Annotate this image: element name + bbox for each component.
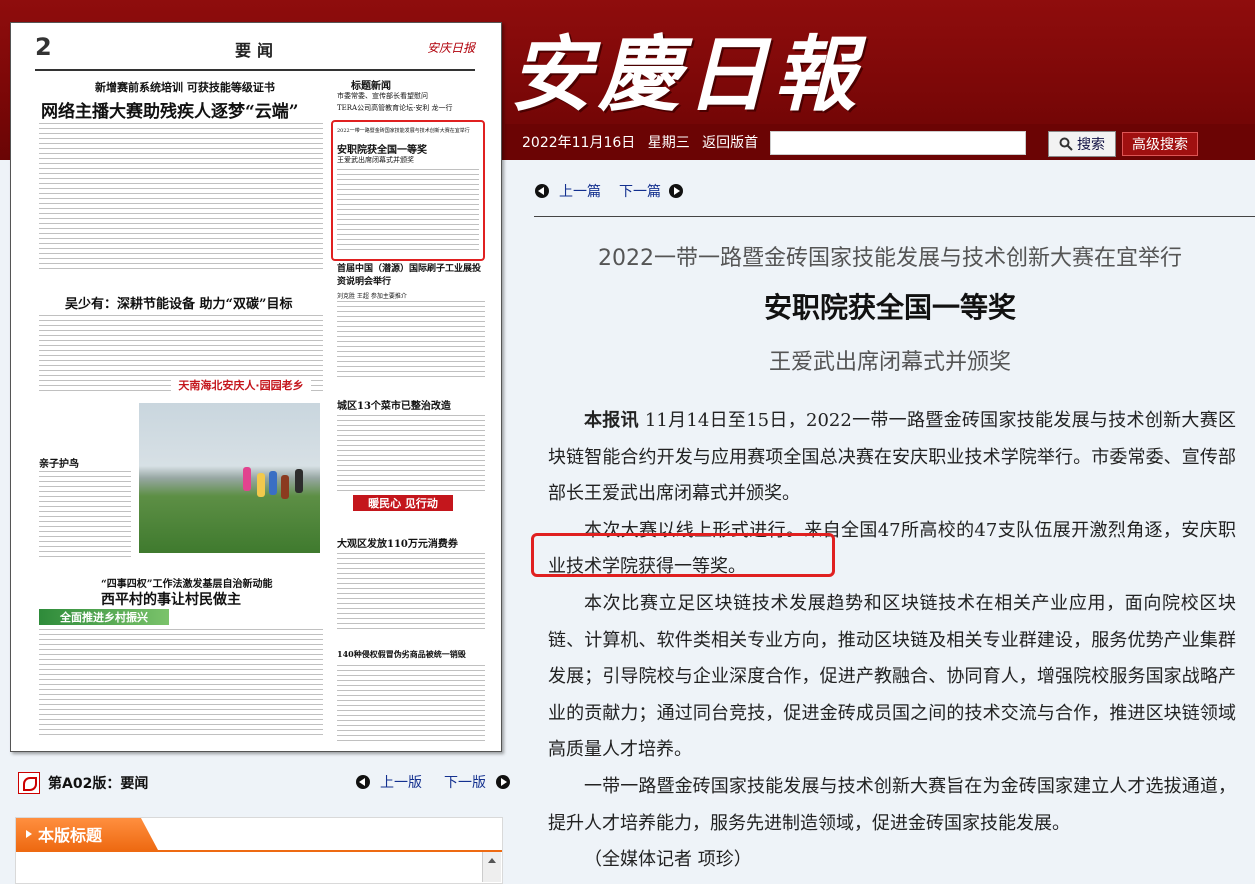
tab-underline [16, 850, 502, 852]
article-paragraph: 一带一路暨金砖国家技能发展与技术创新大赛旨在为金砖国家建立人才选拔通道，提升人才… [548, 775, 1236, 834]
advanced-search-button[interactable]: 高级搜索 [1122, 132, 1198, 156]
date-bar: 2022年11月16日 星期三 返回版首 [522, 132, 766, 152]
prev-edition-label: 上一版 [380, 775, 422, 791]
page-titles-label: 本版标题 [38, 826, 103, 845]
page-titles-panel: 本版标题 [15, 817, 503, 884]
column-banner: 暖民心 见行动 [353, 495, 453, 511]
article-text-block [39, 471, 131, 561]
side-news-item[interactable]: TERA公司高管教育论坛·安利 龙一行 [337, 103, 453, 113]
prev-edition-link[interactable]: 上一版 [356, 772, 422, 792]
pdf-icon[interactable] [18, 772, 40, 794]
article-text-block [337, 301, 485, 381]
prev-article-link[interactable]: 上一篇 [559, 181, 601, 201]
divider [534, 216, 1255, 217]
headline-r1[interactable]: 首届中国（潜源）国际刷子工业展投资说明会举行 [337, 263, 485, 289]
page-header: 2 要闻 安庆日报 [35, 33, 475, 71]
article-text-block [39, 123, 323, 273]
article-title: 安职院获全国一等奖 [763, 291, 1016, 324]
photo-caption: 亲子护鸟 [39, 459, 79, 470]
prev-article-icon[interactable] [535, 184, 549, 198]
next-arrow-icon [496, 775, 510, 789]
next-article-link[interactable]: 下一篇 [619, 181, 661, 201]
article-text-block [337, 553, 485, 633]
masthead-logo: 安慶日報 [510, 27, 862, 123]
next-edition-link[interactable]: 下一版 [444, 772, 510, 792]
article-nav: 上一篇 下一篇 [535, 181, 683, 201]
paragraph-1-text: 11月14日至15日，2022一带一路暨金砖国家技能发展与技术创新大赛区块链智能… [548, 410, 1236, 505]
paper-logo: 安庆日报 [426, 41, 475, 55]
rural-revival-banner: 全面推进乡村振兴 [39, 609, 169, 625]
headline-r1-sub: 刘克胜 王超 参加主要推介 [337, 293, 407, 300]
date-text: 2022年11月16日 [522, 135, 636, 151]
headline-3-kicker: “四事四权”工作法激发基层自治新动能 [101, 579, 273, 590]
search-icon [1059, 137, 1073, 151]
scrollbar-up-button[interactable] [482, 852, 501, 882]
child-figure [281, 475, 289, 499]
next-article-icon[interactable] [669, 184, 683, 198]
side-news-item[interactable]: 市委常委、宣传部长看望慰问 [337, 91, 428, 101]
lead-tag: 本报讯 [584, 410, 639, 431]
edition-label: 第A02版：要闻 [18, 772, 148, 794]
article-text-block [337, 415, 485, 495]
headline-kicker: 新增赛前系统培训 可获技能等级证书 [95, 81, 275, 94]
article-pre-title: 2022一带一路暨金砖国家技能发展与技术创新大赛在宜举行 [598, 246, 1182, 271]
article-body: 本报讯 11月14日至15日，2022一带一路暨金砖国家技能发展与技术创新大赛区… [548, 403, 1236, 879]
boxed-title[interactable]: 安职院获全国一等奖 [337, 141, 427, 156]
home-link[interactable]: 返回版首 [702, 135, 758, 151]
child-figure [295, 469, 303, 493]
article-byline: （全媒体记者 项珍） [584, 849, 752, 871]
news-photo[interactable] [139, 403, 320, 553]
tab-arrow-icon [26, 830, 32, 838]
headline-3[interactable]: 西平村的事让村民做主 [101, 589, 241, 609]
newspaper-page[interactable]: 2 要闻 安庆日报 新增赛前系统培训 可获技能等级证书 网络主播大赛助残疾人逐梦… [10, 22, 502, 752]
page-titles-tab[interactable]: 本版标题 [16, 818, 158, 850]
article-text-block [39, 629, 323, 739]
next-edition-label: 下一版 [444, 775, 486, 791]
search-button-label: 搜索 [1077, 137, 1105, 153]
boxed-subtitle: 王爱武出席闭幕式并颁奖 [337, 156, 414, 164]
article-text-block [337, 665, 485, 741]
article-paragraph: 本报讯 11月14日至15日，2022一带一路暨金砖国家技能发展与技术创新大赛区… [548, 403, 1236, 513]
highlight-annotation [531, 533, 835, 577]
child-figure [257, 473, 265, 497]
weekday-text: 星期三 [647, 135, 690, 151]
child-figure [243, 467, 251, 491]
page-section: 要闻 [235, 41, 280, 60]
article-subtitle: 王爱武出席闭幕式并颁奖 [768, 350, 1011, 375]
headline-r3[interactable]: 大观区发放110万元消费券 [337, 535, 458, 550]
headline-1[interactable]: 网络主播大赛助残疾人逐梦“云端” [41, 97, 299, 122]
column-banner: 天南海北安庆人·园园老乡 [171, 378, 311, 392]
article-paragraph: 本次比赛立足区块链技术发展趋势和区块链技术在相关产业应用，面向院校区块链、计算机… [548, 592, 1236, 761]
page-number: 2 [35, 33, 52, 61]
prev-arrow-icon [356, 775, 370, 789]
edition-name: 第A02版：要闻 [48, 776, 149, 792]
headline-2[interactable]: 吴少有：深耕节能设备 助力“双碳”目标 [65, 293, 292, 312]
search-input[interactable] [770, 131, 1026, 155]
side-news-title: 标题新闻 [351, 81, 391, 92]
headline-r4[interactable]: 140种侵权假冒伪劣商品被统一销毁 [337, 649, 466, 660]
search-button[interactable]: 搜索 [1048, 131, 1116, 157]
headline-r2[interactable]: 城区13个菜市已整治改造 [337, 397, 451, 412]
article-text-block [337, 169, 479, 251]
child-figure [269, 471, 277, 495]
boxed-kicker: 2022一带一路暨金砖国家技能发展与技术创新大赛在宜举行 [337, 128, 470, 134]
